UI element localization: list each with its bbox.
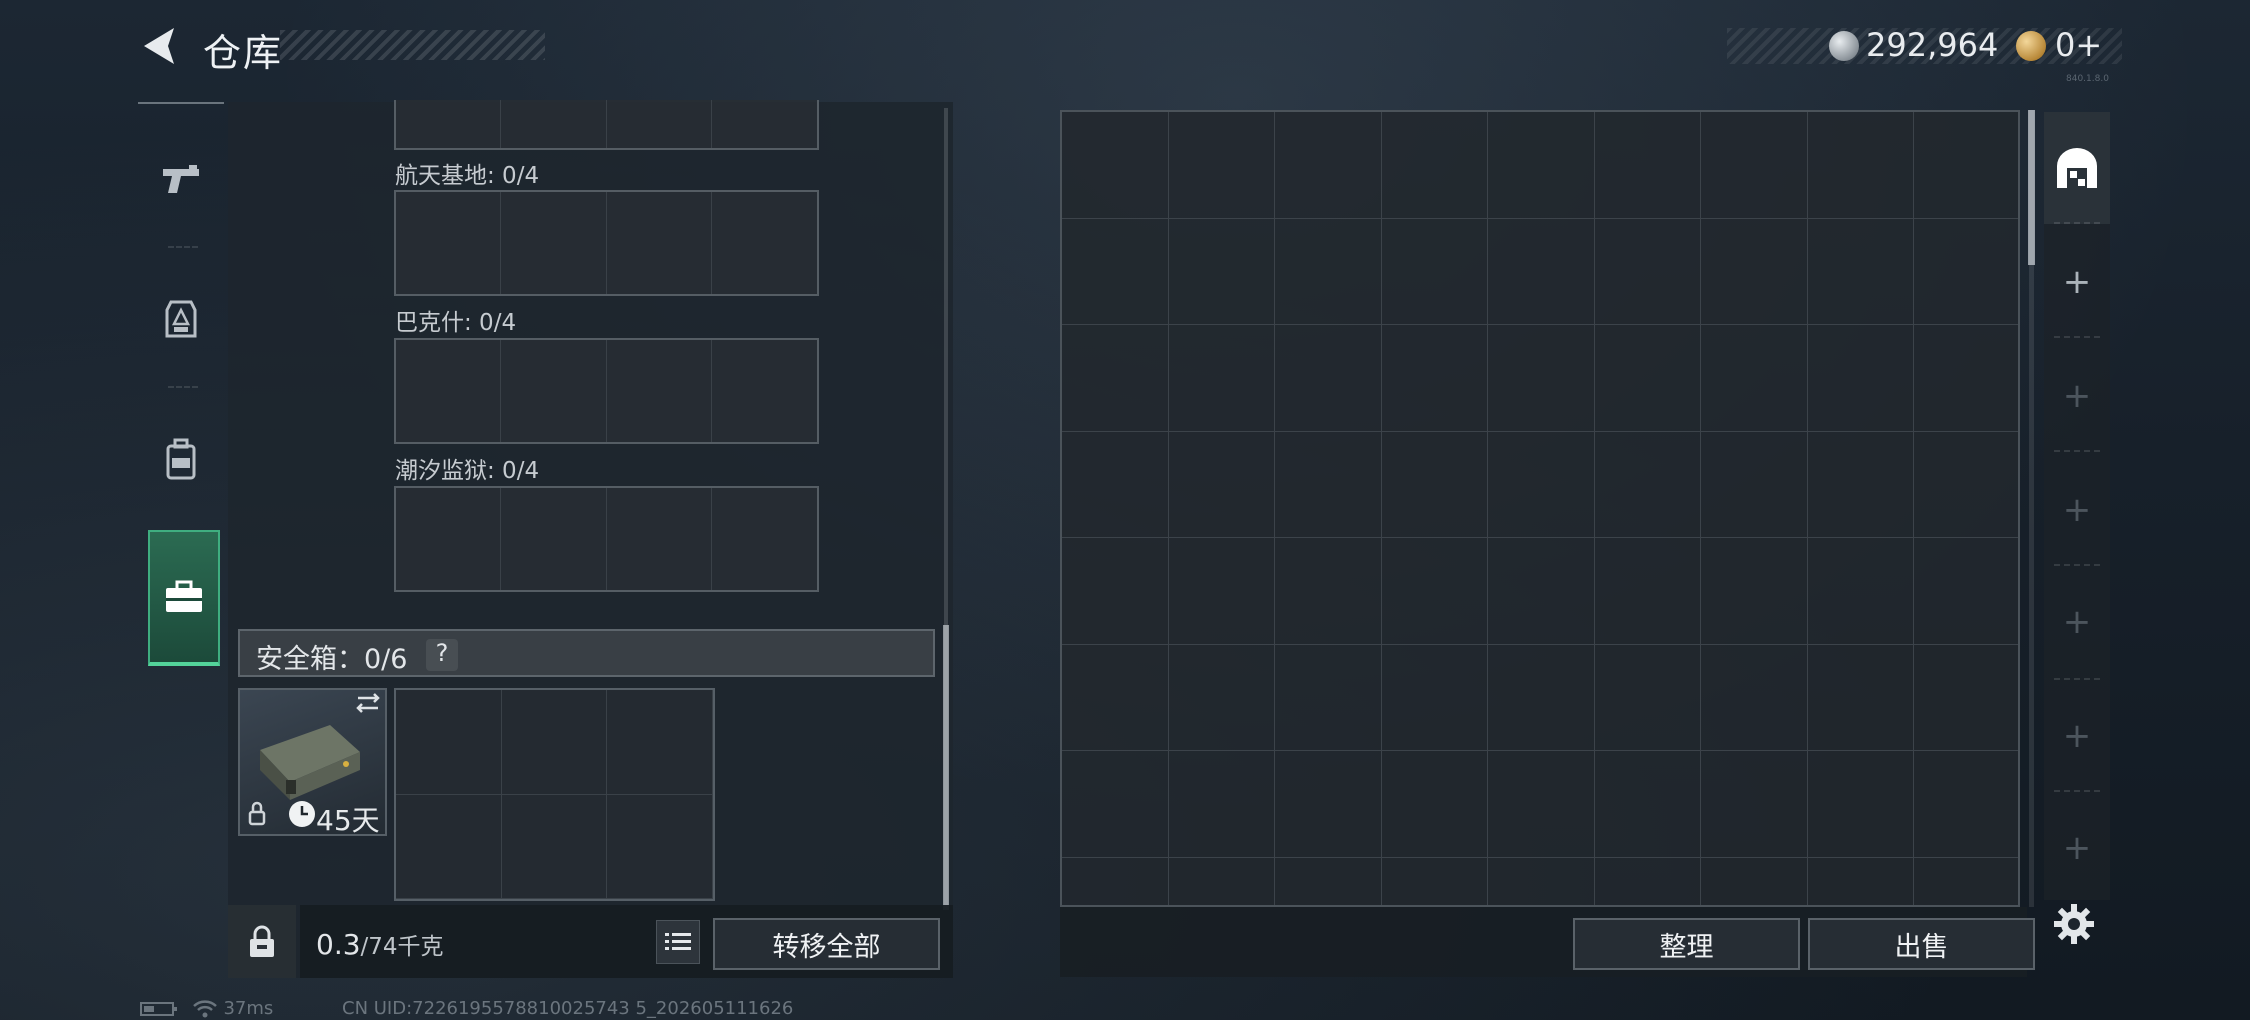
tab-separator: [168, 386, 198, 388]
armor-icon: [165, 300, 197, 338]
silver-coin-icon: [1829, 31, 1859, 61]
tab-backpack[interactable]: [138, 390, 224, 528]
weight-lock-icon: [250, 925, 274, 957]
warehouse-tab-add[interactable]: +: [2044, 792, 2110, 904]
tab-weapons[interactable]: [138, 110, 224, 248]
page-title: 仓库: [203, 31, 284, 75]
warehouse-tab-add[interactable]: +: [2044, 454, 2110, 566]
warehouse-tab-add[interactable]: +: [2044, 566, 2110, 678]
tab-column-topline: [138, 102, 224, 104]
lock-button[interactable]: [228, 905, 296, 978]
tab-separator: [2054, 450, 2100, 452]
back-arrow-icon[interactable]: [138, 24, 180, 68]
warehouse-icon: [2057, 148, 2097, 188]
key-section-label: 巴克什: 0/4: [395, 310, 517, 336]
key-grid-bakesh[interactable]: [394, 338, 819, 444]
weight-capacity: /74千克: [360, 934, 444, 960]
warehouse-grid-container: [1060, 110, 2020, 907]
key-grid-tidal-prison[interactable]: [394, 486, 819, 592]
panel-scrollbar-thumb[interactable]: [943, 625, 949, 910]
safe-box-grid[interactable]: [394, 688, 715, 901]
transfer-all-button[interactable]: 转移全部: [713, 918, 940, 970]
coupon-amount[interactable]: 0+: [2055, 26, 2102, 64]
weight-text: 0.3/74千克: [316, 927, 444, 961]
list-view-button[interactable]: [656, 920, 700, 964]
ping-value: 37ms: [223, 998, 274, 1019]
pistol-icon: [163, 165, 199, 193]
battery-icon: [140, 1002, 177, 1016]
warehouse-tab-add[interactable]: +: [2044, 226, 2110, 338]
sell-button[interactable]: 出售: [1808, 918, 2035, 970]
backpack-icon: [166, 438, 196, 480]
settings-gear-icon[interactable]: [2050, 900, 2098, 948]
sort-button[interactable]: 整理: [1573, 918, 1800, 970]
key-section-label: 潮汐监狱: 0/4: [395, 458, 540, 484]
help-button[interactable]: ?: [426, 639, 458, 671]
warehouse-tab-main[interactable]: [2044, 112, 2110, 224]
weight-value: 0.3: [316, 928, 361, 961]
user-uid: CN UID:7226195578810025743 5_20260511162…: [342, 998, 794, 1019]
warehouse-grid[interactable]: [1062, 112, 2018, 905]
briefcase-icon: [166, 580, 202, 612]
tab-containers[interactable]: [148, 530, 220, 666]
title-decoration: [280, 30, 545, 60]
tab-separator: [2054, 336, 2100, 338]
warehouse-tab-add[interactable]: +: [2044, 680, 2110, 792]
tab-gear[interactable]: [138, 250, 224, 388]
warehouse-tab-add[interactable]: +: [2044, 340, 2110, 452]
tab-separator: [2054, 222, 2100, 224]
wifi-icon: [192, 1000, 217, 1018]
duration-days: 45天: [316, 804, 380, 837]
gold-coin-icon: [2016, 31, 2046, 61]
tab-separator: [168, 246, 198, 248]
key-grid-aerospace[interactable]: [394, 190, 819, 296]
version-text: 840.1.8.0: [2066, 74, 2109, 84]
key-grid-partial[interactable]: [394, 100, 819, 150]
key-section-label: 航天基地: 0/4: [395, 163, 540, 189]
safe-box-label: 安全箱：0/6: [256, 644, 408, 675]
network-status: 37ms: [140, 998, 273, 1019]
warehouse-scrollbar-thumb[interactable]: [2028, 110, 2035, 265]
list-icon: [665, 933, 691, 950]
money-amount: 292,964: [1866, 26, 1999, 64]
